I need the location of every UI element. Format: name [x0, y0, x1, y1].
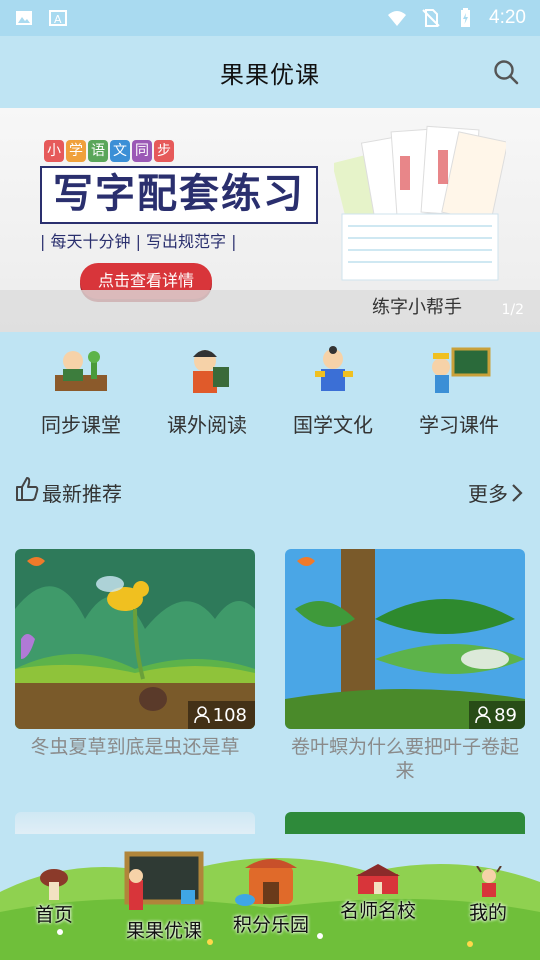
status-bar: A 4:20 [0, 0, 540, 36]
thumbs-up-icon [16, 477, 39, 501]
category-label: 课外阅读 [167, 413, 247, 437]
nav-label: 首页 [34, 904, 73, 926]
category-grid: 同步课堂 课外阅读 国学文化 学习课件 [0, 345, 540, 445]
page-title: 果果优课 [220, 60, 320, 89]
video-title[interactable]: 冬虫夏草到底是虫还是草 [15, 735, 255, 759]
courseware-icon [432, 347, 491, 393]
nav-label: 积分乐园 [232, 914, 309, 936]
banner-tag-char: 语 [88, 140, 108, 162]
more-link[interactable]: 更多 [468, 478, 524, 507]
nav-home[interactable]: 首页 [28, 868, 80, 927]
category-tongbu-ketang[interactable]: 同步课堂 [26, 345, 136, 445]
video-card[interactable]: 108 冬虫夏草到底是虫还是草 [15, 549, 255, 759]
home-icon [40, 869, 68, 900]
image-icon [16, 11, 32, 25]
video-card-partial[interactable] [15, 812, 255, 834]
banner-tag: 小 学 语 文 同 步 [44, 140, 176, 162]
view-count: 89 [469, 701, 525, 729]
banner-title: 写字配套练习 [40, 166, 318, 224]
video-thumbnail[interactable]: 89 [285, 549, 525, 729]
banner-tag-char: 文 [110, 140, 130, 162]
banner-caption: 练字小帮手 [372, 297, 462, 318]
section-title: 最新推荐 [42, 482, 122, 506]
search-icon[interactable] [492, 58, 520, 86]
nav-mine[interactable]: 我的 [460, 865, 516, 925]
category-kewai-yuedu[interactable]: 课外阅读 [152, 345, 262, 445]
view-count: 108 [187, 701, 255, 729]
nav-label: 我的 [468, 902, 507, 924]
banner-tag-char: 小 [44, 140, 64, 162]
nav-jifen-leyuan[interactable]: 积分乐园 [226, 856, 316, 937]
recommend-section-header: 最新推荐 更多 [0, 472, 540, 508]
view-count-number: 89 [494, 704, 517, 726]
video-card-partial[interactable] [285, 812, 525, 834]
view-count-number: 108 [212, 704, 247, 726]
banner-tag-char: 步 [154, 140, 174, 162]
video-card[interactable]: 89 卷叶螟为什么要把叶子卷起来 [285, 549, 525, 783]
nav-label: 名师名校 [339, 900, 416, 922]
video-thumbnail[interactable]: 108 [15, 549, 255, 729]
banner-carousel[interactable]: 小 学 语 文 同 步 写字配套练习 | 每天十分钟 | 写出规范字 | 点击查… [0, 108, 540, 332]
points-park-icon [235, 859, 297, 906]
blackboard-icon [124, 851, 204, 910]
no-sim-icon [422, 9, 440, 27]
wifi-icon [388, 11, 407, 26]
banner-tag-char: 学 [66, 140, 86, 162]
guoxue-icon [315, 346, 353, 391]
category-label: 同步课堂 [41, 413, 121, 437]
category-label: 学习课件 [419, 413, 499, 437]
profile-icon [476, 865, 502, 897]
reading-icon [193, 350, 229, 393]
school-icon [356, 864, 400, 894]
svg-text:A: A [54, 13, 62, 26]
banner-page-indicator: 1/2 [501, 302, 524, 318]
person-icon [475, 706, 491, 724]
category-label: 国学文化 [293, 413, 373, 437]
classroom-icon [55, 351, 107, 391]
bottom-nav: 首页 果果优课 积分乐园 名师名校 我的 [0, 832, 540, 960]
worksheet-illustration [334, 125, 506, 281]
nav-guoguo-youke[interactable]: 果果优课 [118, 850, 210, 943]
font-icon: A [49, 10, 67, 26]
more-label: 更多 [468, 482, 508, 506]
banner-tag-char: 同 [132, 140, 152, 162]
battery-icon [461, 8, 471, 27]
nav-mingshi-mingxiao[interactable]: 名师名校 [334, 864, 422, 923]
app-header: 果果优课 [0, 36, 540, 108]
banner-subtitle: | 每天十分钟 | 写出规范字 | [40, 232, 237, 251]
chevron-right-icon [512, 483, 523, 502]
video-title[interactable]: 卷叶螟为什么要把叶子卷起来 [285, 735, 525, 783]
nav-label: 果果优课 [125, 920, 202, 942]
category-guoxue-wenhua[interactable]: 国学文化 [278, 345, 388, 445]
status-time: 4:20 [489, 7, 526, 28]
person-icon [193, 706, 210, 724]
category-xuexi-kejian[interactable]: 学习课件 [404, 345, 514, 445]
